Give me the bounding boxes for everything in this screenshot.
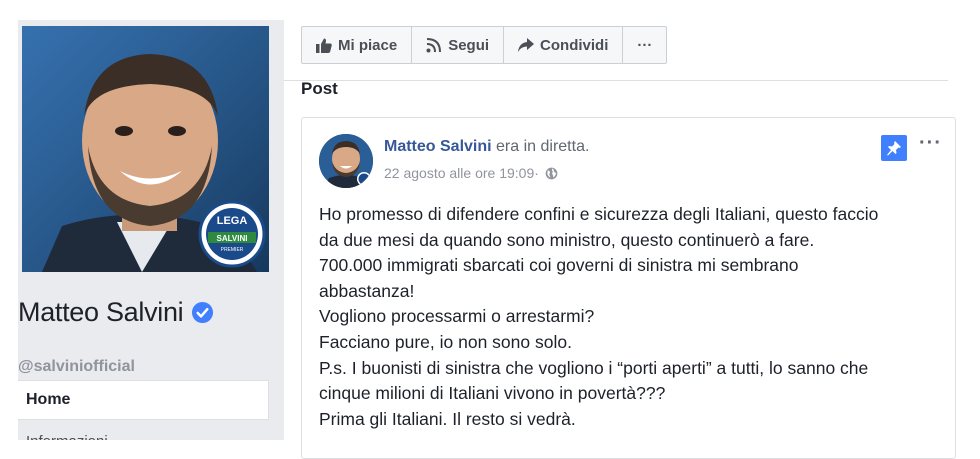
post-line: abbastanza! xyxy=(319,280,415,301)
post-line: Vogliono processarmi o arrestarmi? xyxy=(319,306,595,327)
share-button[interactable]: Condividi xyxy=(504,27,624,63)
post-line: da due mesi da quando sono ministro, que… xyxy=(319,229,815,250)
nav-item-home[interactable]: Home xyxy=(18,380,269,420)
post-line: Ho promesso di difendere confini e sicur… xyxy=(319,204,879,224)
follow-button-label: Segui xyxy=(448,36,490,54)
divider xyxy=(284,80,948,81)
post-header-text: era in diretta. xyxy=(491,138,590,155)
page-name-row: Matteo Salvini xyxy=(18,297,214,328)
post-line: Prima gli Italiani. Il resto si vedrà. xyxy=(319,408,576,429)
follow-button[interactable]: Segui xyxy=(412,27,505,63)
more-icon: ··· xyxy=(637,36,653,54)
pinned-post-badge[interactable] xyxy=(881,135,907,161)
posts-section-title: Post xyxy=(301,79,338,98)
profile-photo-illustration: LEGA SALVINI PREMIER xyxy=(22,26,269,272)
post-options-button[interactable]: ··· xyxy=(919,132,942,155)
like-button-label: Mi piace xyxy=(338,36,398,54)
post-line: Facciano pure, io non sono solo. xyxy=(319,331,572,352)
post-author-avatar[interactable] xyxy=(319,134,373,188)
share-arrow-icon xyxy=(518,38,535,52)
post-line: 700.000 immigrati sbarcati coi governi d… xyxy=(319,255,799,276)
globe-icon[interactable] xyxy=(545,167,558,180)
main-content: Mi piace Segui Condividi ··· Post Matteo… xyxy=(284,0,980,459)
page-username[interactable]: @salviniofficial xyxy=(18,358,135,376)
post-card: Matteo Salvini era in diretta. 22 agosto… xyxy=(301,117,956,459)
logo-text-lega: LEGA xyxy=(217,215,248,227)
post-text: Ho promesso di difendere confini e sicur… xyxy=(319,202,945,432)
profile-picture[interactable]: LEGA SALVINI PREMIER xyxy=(22,26,269,272)
post-meta: 22 agosto alle ore 19:09 · xyxy=(384,165,558,181)
page-title[interactable]: Matteo Salvini xyxy=(18,297,184,328)
post-author-link[interactable]: Matteo Salvini xyxy=(384,138,492,155)
post-line: P.s. I buonisti di sinistra che vogliono… xyxy=(319,357,869,378)
logo-text-salvini: SALVINI xyxy=(217,234,248,243)
avatar-illustration xyxy=(319,134,373,188)
thumbs-up-icon xyxy=(316,38,332,53)
page-action-bar: Mi piace Segui Condividi ··· xyxy=(301,26,668,64)
meta-separator: · xyxy=(534,165,539,181)
post-header: Matteo Salvini era in diretta. xyxy=(384,138,589,156)
post-timestamp[interactable]: 22 agosto alle ore 19:09 xyxy=(384,165,534,181)
post-line: cinque milioni di Italiani vivono in pov… xyxy=(319,383,666,404)
pin-icon xyxy=(887,141,901,156)
logo-text-premier: PREMIER xyxy=(221,247,244,253)
share-button-label: Condividi xyxy=(540,36,609,54)
verified-badge-icon xyxy=(192,301,214,324)
nav-item-informazioni[interactable]: Informazioni xyxy=(26,430,108,440)
nav-item-home-label: Home xyxy=(26,391,71,408)
rss-icon xyxy=(426,38,442,53)
page-sidebar: LEGA SALVINI PREMIER Matteo Salvini @sal… xyxy=(18,20,284,440)
like-button[interactable]: Mi piace xyxy=(302,27,413,63)
more-options-button[interactable]: ··· xyxy=(623,27,666,63)
